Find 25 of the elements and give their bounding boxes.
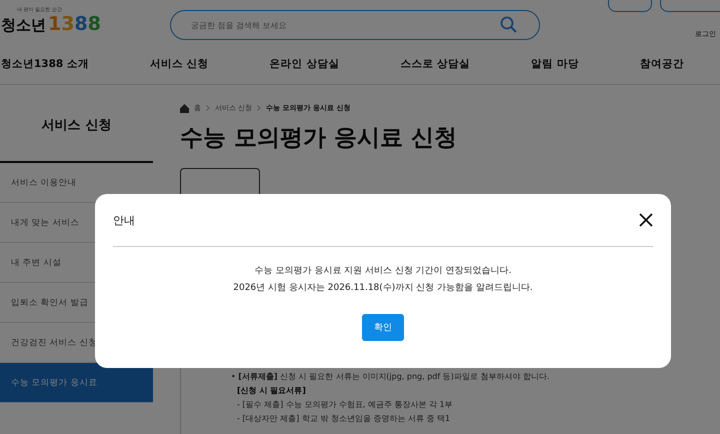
nav-menu-item[interactable]: 온라인 상담실: [270, 57, 340, 71]
dialog-message: 2026년 시험 응시자는 2026.11.18(수)까지 신청 가능함을 알려드립니다.: [233, 282, 533, 294]
nav-menu-item[interactable]: 서비스 신청: [150, 57, 209, 71]
document-item: - [필수 제출] 수능 모의평가 수험표, 예금주 통장사본 각 1부: [236, 399, 454, 410]
home-icon[interactable]: [180, 104, 189, 112]
dialog-title: 안내: [113, 212, 135, 228]
nav-menu-item[interactable]: 참여공간: [640, 57, 684, 71]
page-title: 수능 모의평가 응시료 신청: [180, 124, 458, 153]
dialog-message: 수능 모의평가 응시료 지원 서비스 신청 기간이 연장되었습니다.: [254, 265, 512, 277]
info-text: • [서류제출] 신청 시 필요한 서류는 이미지(jpg, png, pdf 등)파일로 첨부하셔야 합니다.: [231, 371, 550, 382]
close-icon[interactable]: [639, 213, 653, 227]
nav-menu-item[interactable]: 청소년1388 소개: [1, 57, 89, 71]
nav-menu-item[interactable]: 알림 마당: [531, 57, 579, 71]
section-heading: [신청 시 필요서류]: [236, 385, 307, 396]
search-icon[interactable]: [500, 16, 518, 34]
chevron-icon: [206, 105, 210, 111]
search-field[interactable]: 궁금한 점을 검색해 보세요: [170, 10, 540, 40]
chevron-icon: [257, 105, 262, 111]
document-item: - [대상자만 제출] 학교 밖 청소년임을 증명하는 서류 중 택1: [236, 413, 452, 424]
confirm-button[interactable]: 확인: [362, 314, 404, 341]
nav-menu-item[interactable]: 스스로 상담실: [400, 57, 470, 71]
logo-number[interactable]: 1388: [48, 13, 101, 35]
sidebar-title: 서비스 신청: [0, 85, 153, 163]
sidebar-item[interactable]: 수능 모의평가 응시료: [0, 363, 153, 403]
logo-name[interactable]: 청소년: [1, 16, 46, 35]
